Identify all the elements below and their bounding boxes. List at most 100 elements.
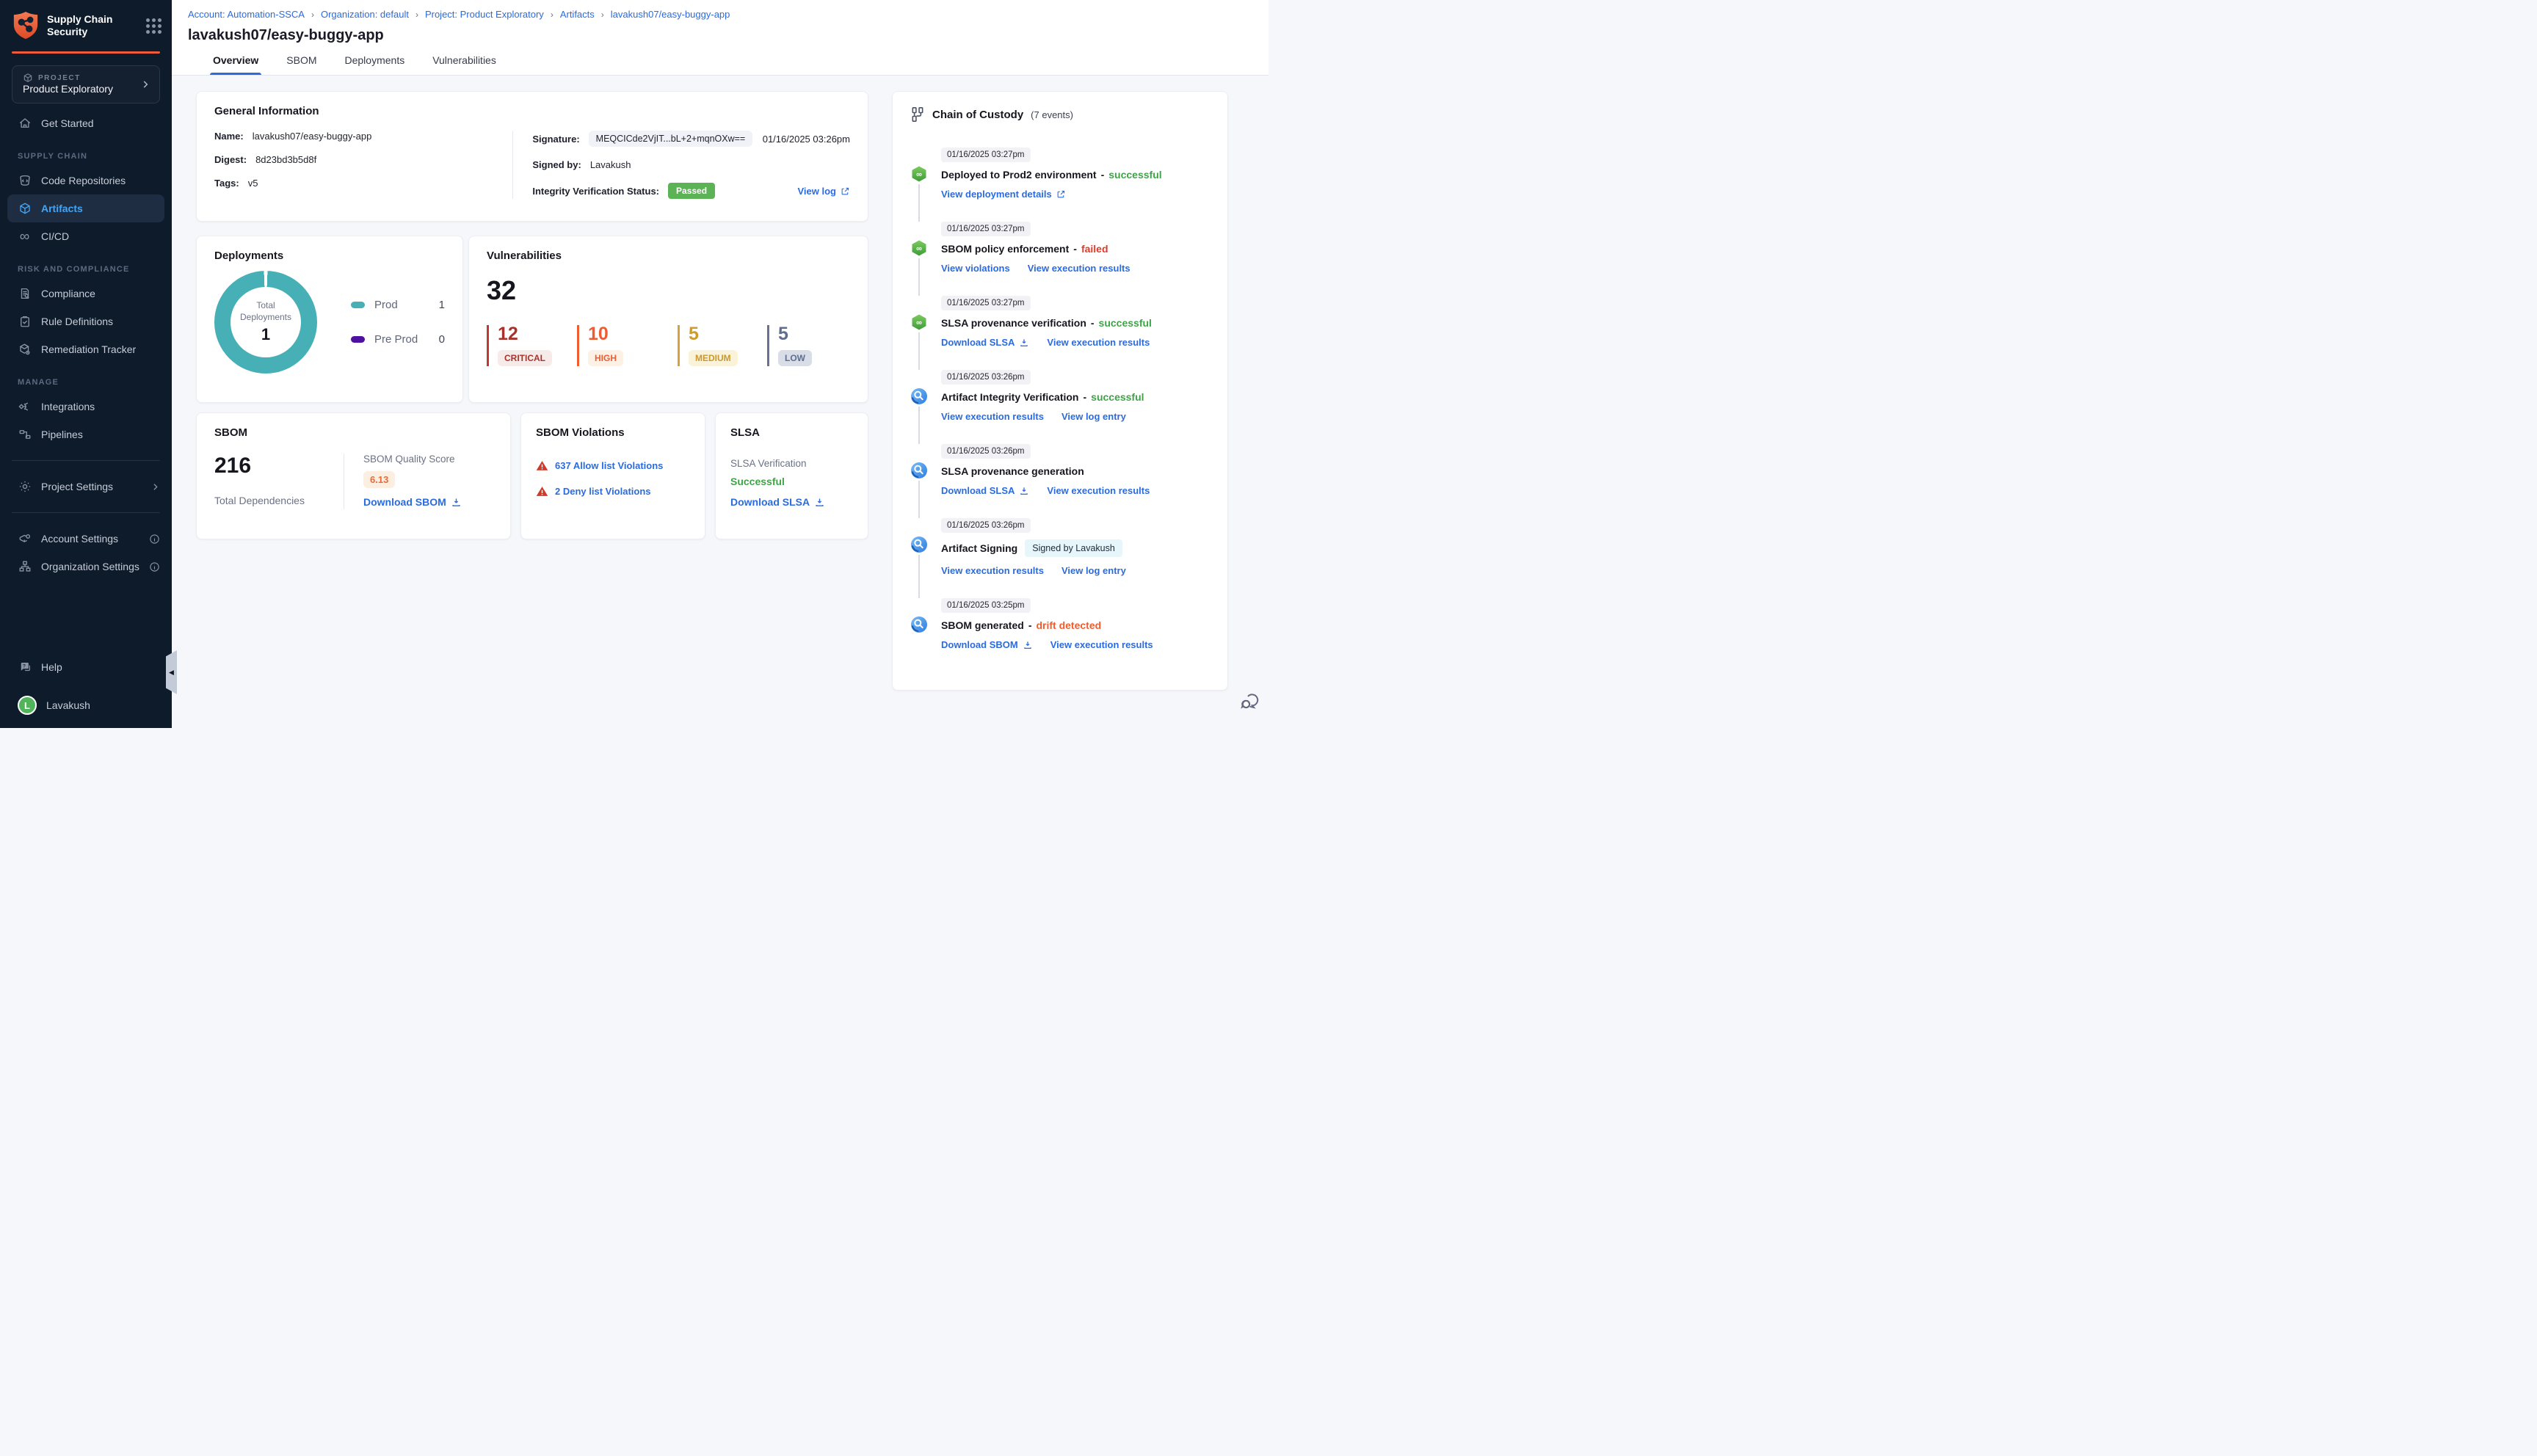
help-chat-icon: ?: [18, 660, 32, 674]
user-menu[interactable]: L Lavakush: [0, 691, 172, 719]
signature-label: Signature:: [532, 133, 580, 145]
name-label: Name:: [214, 131, 244, 142]
app-title: Supply Chain Security: [47, 12, 113, 38]
allow-list-violations-link[interactable]: 637 Allow list Violations: [555, 460, 663, 471]
pipeline-hexagon-icon: ∞: [910, 239, 928, 257]
card-title: SBOM Violations: [536, 426, 625, 439]
view-log-entry-link[interactable]: View log entry: [1061, 411, 1126, 422]
timeline-event: ∞ 01/16/2025 03:27pm SBOM policy enforce…: [910, 222, 1210, 296]
module-switcher-icon[interactable]: [146, 18, 161, 34]
sidebar-item-integrations[interactable]: Integrations: [0, 393, 172, 421]
event-status: successful: [1108, 169, 1162, 181]
slsa-verification-status: Successful: [730, 476, 785, 487]
severity-badge-critical: CRITICAL: [498, 350, 552, 366]
download-sbom-link[interactable]: Download SBOM: [941, 639, 1033, 650]
sidebar: Supply Chain Security PROJECT Product Ex…: [0, 0, 177, 728]
sidebar-item-label: Organization Settings: [41, 561, 139, 572]
chain-of-custody-card: Chain of Custody (7 events) ∞ 01/16/2025…: [892, 91, 1228, 691]
download-slsa-link[interactable]: Download SLSA: [941, 485, 1029, 496]
event-timestamp: 01/16/2025 03:27pm: [941, 148, 1031, 162]
donut-legend: Prod 1 Pre Prod 0: [351, 299, 445, 346]
view-execution-results-link[interactable]: View execution results: [1047, 485, 1150, 496]
sidebar-item-label: Compliance: [41, 288, 95, 299]
signature-timestamp: 01/16/2025 03:26pm: [762, 133, 850, 145]
help-button[interactable]: ? Help: [0, 653, 172, 681]
breadcrumb-current[interactable]: lavakush07/easy-buggy-app: [611, 9, 730, 20]
sidebar-item-label: Integrations: [41, 401, 95, 412]
code-repository-icon: [18, 174, 32, 187]
legend-item-prod: Prod 1: [351, 299, 445, 311]
sidebar-item-get-started[interactable]: Get Started: [0, 109, 172, 137]
severity-row: 12 CRITICAL 10 HIGH 5 MEDIUM 5 LOW: [487, 325, 850, 366]
sidebar-item-label: Code Repositories: [41, 175, 126, 186]
cicd-infinity-icon: ∞: [19, 228, 30, 244]
tab-vulnerabilities[interactable]: Vulnerabilities: [432, 54, 496, 75]
sidebar-item-project-settings[interactable]: Project Settings: [0, 473, 172, 500]
event-timestamp: 01/16/2025 03:25pm: [941, 598, 1031, 613]
download-slsa-link[interactable]: Download SLSA: [730, 496, 825, 508]
breadcrumb-project[interactable]: Project: Product Exploratory: [425, 9, 544, 20]
artifacts-cube-icon: [18, 202, 32, 215]
sbom-violations-card: SBOM Violations 637 Allow list Violation…: [520, 412, 705, 539]
tab-sbom[interactable]: SBOM: [286, 54, 316, 75]
sidebar-item-remediation-tracker[interactable]: Remediation Tracker: [0, 335, 172, 363]
scan-circle-icon: [910, 462, 928, 479]
general-information-card: General Information Name: lavakush07/easy…: [196, 91, 868, 222]
remediation-cube-icon: [18, 343, 32, 356]
view-log-entry-link[interactable]: View log entry: [1061, 565, 1126, 576]
info-icon: [149, 534, 160, 545]
breadcrumb-organization[interactable]: Organization: default: [321, 9, 409, 20]
event-timestamp: 01/16/2025 03:26pm: [941, 444, 1031, 459]
external-link-icon: [841, 187, 849, 194]
svg-text:∞: ∞: [916, 244, 922, 253]
sidebar-item-label: Remediation Tracker: [41, 343, 137, 355]
view-execution-results-link[interactable]: View execution results: [941, 411, 1044, 422]
download-sbom-link[interactable]: Download SBOM: [363, 496, 462, 508]
svg-text:∞: ∞: [916, 170, 922, 179]
tab-overview[interactable]: Overview: [209, 54, 262, 75]
avatar: L: [18, 696, 37, 715]
event-title: SLSA provenance generation: [941, 465, 1084, 477]
sidebar-item-label: CI/CD: [41, 230, 70, 242]
project-selector[interactable]: PROJECT Product Exploratory: [12, 65, 160, 103]
sidebar-item-rule-definitions[interactable]: Rule Definitions: [0, 307, 172, 335]
chat-widget-icon[interactable]: [1239, 691, 1260, 712]
view-violations-link[interactable]: View violations: [941, 263, 1010, 274]
breadcrumb-account[interactable]: Account: Automation-SSCA: [188, 9, 305, 20]
view-execution-results-link[interactable]: View execution results: [1050, 639, 1153, 650]
download-slsa-link[interactable]: Download SLSA: [941, 337, 1029, 348]
view-log-link[interactable]: View log: [798, 186, 851, 197]
svg-text:∞: ∞: [916, 318, 922, 327]
sidebar-item-pipelines[interactable]: Pipelines: [0, 421, 172, 448]
account-settings-icon: [18, 532, 32, 545]
vulnerabilities-total: 32: [487, 275, 517, 305]
deployments-card: Deployments Total Deployments 1 Prod 1 P…: [196, 236, 463, 403]
sidebar-item-cicd[interactable]: ∞ CI/CD: [0, 222, 172, 250]
tab-deployments[interactable]: Deployments: [345, 54, 405, 75]
section-label-supply-chain: SUPPLY CHAIN: [18, 152, 88, 161]
sidebar-item-compliance[interactable]: Compliance: [0, 280, 172, 307]
event-status: failed: [1081, 243, 1108, 255]
sidebar-item-label: Get Started: [41, 117, 94, 129]
info-icon: [149, 561, 160, 572]
sidebar-item-artifacts[interactable]: Artifacts: [7, 194, 164, 222]
view-execution-results-link[interactable]: View execution results: [941, 565, 1044, 576]
donut-center-label: Total Deployments: [239, 300, 292, 322]
view-execution-results-link[interactable]: View execution results: [1028, 263, 1130, 274]
view-execution-results-link[interactable]: View execution results: [1047, 337, 1150, 348]
compliance-document-icon: [18, 287, 32, 300]
breadcrumb-artifacts[interactable]: Artifacts: [560, 9, 595, 20]
sidebar-item-account-settings[interactable]: Account Settings: [0, 525, 172, 553]
tags-label: Tags:: [214, 178, 239, 189]
event-status: drift detected: [1036, 619, 1102, 631]
view-deployment-details-link[interactable]: View deployment details: [941, 189, 1066, 200]
chevron-right-icon: [150, 482, 160, 492]
event-status: successful: [1098, 317, 1152, 329]
sidebar-collapse-handle[interactable]: ◀: [166, 650, 177, 694]
pipeline-hexagon-icon: ∞: [910, 165, 928, 183]
artifact-digest: 8d23bd3b5d8f: [255, 154, 317, 165]
sidebar-item-organization-settings[interactable]: Organization Settings: [0, 553, 172, 580]
event-title: Artifact Signing: [941, 542, 1018, 554]
sidebar-item-code-repositories[interactable]: Code Repositories: [0, 167, 172, 194]
deny-list-violations-link[interactable]: 2 Deny list Violations: [555, 486, 651, 497]
